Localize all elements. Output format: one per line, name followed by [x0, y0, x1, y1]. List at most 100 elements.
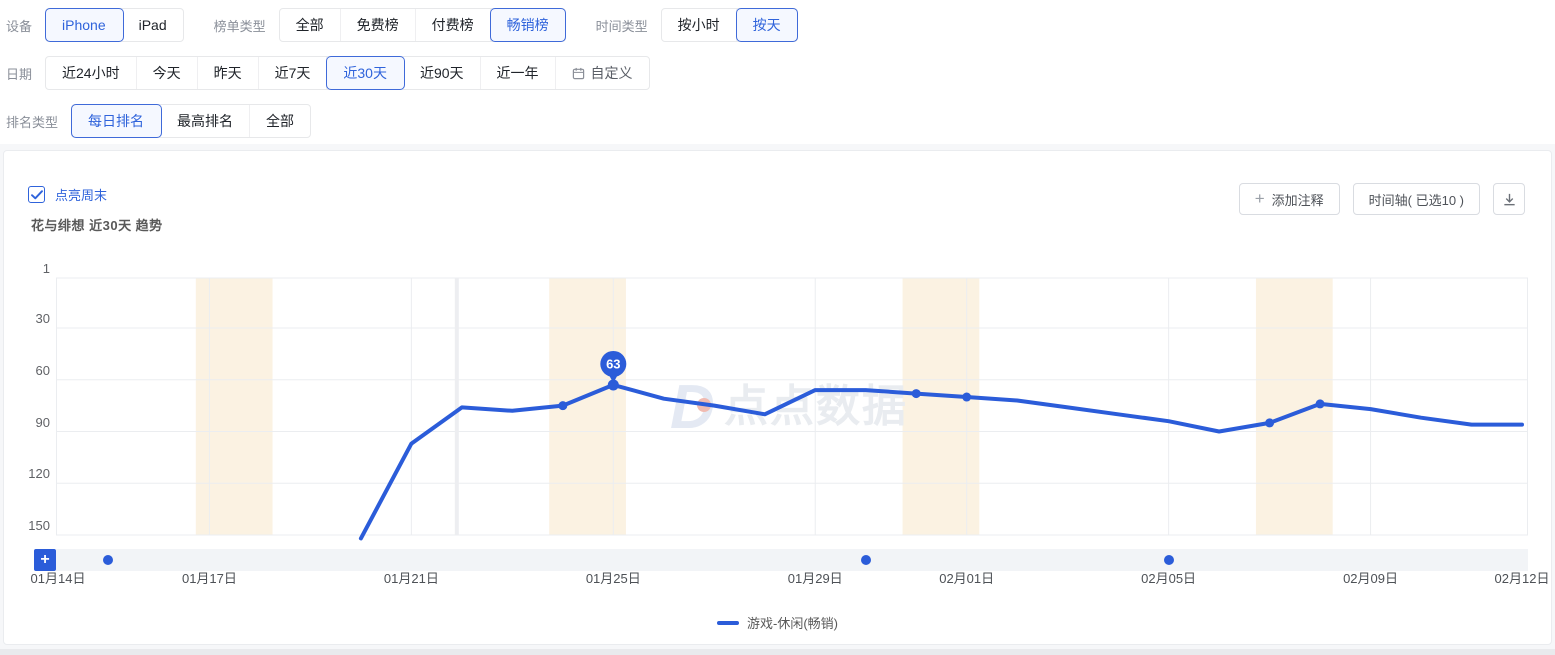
x-axis-label: 02月01日 [927, 571, 1007, 587]
filter-option-label: 按小时 [678, 15, 720, 35]
trend-line-chart[interactable]: D点点数据63 [56, 265, 1528, 541]
data-point-dot[interactable] [912, 389, 921, 398]
download-icon [1502, 192, 1517, 207]
y-axis-label: 150 [4, 518, 50, 534]
filter-group-label: 设备 [6, 16, 32, 35]
add-annotation-label: 添加注释 [1272, 190, 1324, 209]
filter-group: 设备 iPhone iPad [6, 8, 184, 42]
filter-option-今天[interactable]: 今天 [137, 57, 198, 89]
bottom-scrollbar[interactable] [0, 649, 1555, 655]
filter-option-近90天[interactable]: 近90天 [404, 57, 481, 89]
filter-option-label: 每日排名 [88, 111, 144, 131]
filter-option-全部[interactable]: 全部 [280, 9, 341, 41]
filter-option-label: 近一年 [497, 63, 539, 83]
filter-option-label: 全部 [296, 15, 324, 35]
y-axis-label: 120 [4, 466, 50, 482]
filter-option-全部[interactable]: 全部 [250, 105, 310, 137]
filter-option-近30天[interactable]: 近30天 [327, 57, 404, 89]
filter-option-label: 今天 [153, 63, 181, 83]
filter-option-label: 最高排名 [177, 111, 233, 131]
filter-option-label: 近24小时 [62, 63, 120, 83]
filter-option-每日排名[interactable]: 每日排名 [72, 105, 161, 137]
filter-row: 排名类型 每日排名 最高排名 全部 [6, 104, 1555, 138]
weekend-band [903, 278, 980, 535]
slider-marker-dot[interactable] [861, 555, 871, 565]
filter-option-近一年[interactable]: 近一年 [481, 57, 556, 89]
annotation-value: 63 [606, 356, 620, 371]
filter-option-label: iPhone [62, 17, 106, 33]
timeline-button[interactable]: 时间轴( 已选10 ) [1353, 183, 1480, 215]
filter-option-近7天[interactable]: 近7天 [259, 57, 328, 89]
filter-group-label: 时间类型 [596, 16, 648, 35]
data-point-dot[interactable] [1316, 399, 1325, 408]
filter-group-label: 排名类型 [6, 112, 58, 131]
filter-group-label: 日期 [6, 64, 32, 83]
filter-option-label: 近90天 [420, 63, 464, 83]
filter-group-label: 榜单类型 [214, 16, 266, 35]
segmented-control: 近24小时 今天 昨天 近7天 近30天 近90天 近一年自定义 [45, 56, 650, 90]
calendar-icon [572, 67, 585, 80]
weekend-checkbox[interactable] [28, 186, 45, 203]
x-axis-label: 01月14日 [18, 571, 98, 587]
chart-panel: 点亮周末 + 添加注释 时间轴( 已选10 ) 花与绯想 近30天 趋势 D点点… [3, 150, 1552, 645]
legend[interactable]: 游戏-休闲(畅销) [4, 613, 1551, 632]
filter-option-label: 畅销榜 [507, 15, 549, 35]
slider-marker-dot[interactable] [1164, 555, 1174, 565]
x-axis-label: 02月05日 [1129, 571, 1209, 587]
segmented-control: iPhone iPad [45, 8, 184, 42]
x-axis-label: 02月12日 [1482, 571, 1555, 587]
y-axis-label: 1 [4, 261, 50, 277]
filter-option-自定义[interactable]: 自定义 [556, 57, 649, 89]
weekend-checkbox-label: 点亮周末 [55, 185, 107, 204]
filter-option-按小时[interactable]: 按小时 [662, 9, 737, 41]
filter-option-label: 全部 [266, 111, 294, 131]
filter-option-label: 近7天 [275, 63, 311, 83]
filter-option-label: 付费榜 [432, 15, 474, 35]
timeline-button-label: 时间轴( 已选10 ) [1369, 190, 1464, 209]
filter-option-label: iPad [139, 17, 167, 33]
filter-option-畅销榜[interactable]: 畅销榜 [491, 9, 565, 41]
legend-line-swatch [717, 621, 739, 625]
filter-group: 排名类型 每日排名 最高排名 全部 [6, 104, 311, 138]
filter-row: 日期 近24小时 今天 昨天 近7天 近30天 近90天 近一年自定义 [6, 56, 1555, 90]
filter-option-label: 按天 [753, 15, 781, 35]
plus-icon: + [1255, 190, 1265, 207]
checkmark-icon [31, 190, 43, 200]
download-button[interactable] [1493, 183, 1525, 215]
filter-option-免费榜[interactable]: 免费榜 [341, 9, 416, 41]
filter-option-昨天[interactable]: 昨天 [198, 57, 259, 89]
slider-marker-dot[interactable] [103, 555, 113, 565]
filter-option-label: 昨天 [214, 63, 242, 83]
slider-add-button[interactable]: + [34, 549, 56, 571]
x-axis-label: 01月29日 [775, 571, 855, 587]
weekend-toggle[interactable]: 点亮周末 [28, 185, 107, 204]
add-annotation-button[interactable]: + 添加注释 [1239, 183, 1340, 215]
filter-option-最高排名[interactable]: 最高排名 [161, 105, 250, 137]
filter-row: 设备 iPhone iPad 榜单类型 全部 免费榜 付费榜 畅销榜 时间类型 按小时 按天 [6, 8, 1555, 42]
filter-group: 时间类型 按小时 按天 [596, 8, 798, 42]
filter-option-label: 近30天 [343, 63, 387, 83]
filter-option-iPhone[interactable]: iPhone [46, 9, 123, 41]
weekend-band [196, 278, 273, 535]
data-point-dot[interactable] [962, 393, 971, 402]
y-axis-label: 30 [4, 311, 50, 327]
legend-label: 游戏-休闲(畅销) [747, 613, 838, 632]
segmented-control: 全部 免费榜 付费榜 畅销榜 [279, 8, 566, 42]
x-axis-label: 02月09日 [1331, 571, 1411, 587]
y-axis-label: 60 [4, 363, 50, 379]
segmented-control: 按小时 按天 [661, 8, 798, 42]
filter-option-label: 免费榜 [357, 15, 399, 35]
filter-section: 设备iPhoneiPad榜单类型全部免费榜付费榜畅销榜时间类型按小时按天日期近2… [0, 0, 1555, 144]
filter-option-近24小时[interactable]: 近24小时 [46, 57, 137, 89]
filter-option-付费榜[interactable]: 付费榜 [416, 9, 491, 41]
chart-title: 花与绯想 近30天 趋势 [31, 215, 163, 234]
chart-plot[interactable]: D点点数据63 [56, 265, 1528, 541]
data-point-dot[interactable] [1265, 418, 1274, 427]
segmented-control: 每日排名 最高排名 全部 [71, 104, 311, 138]
filter-option-按天[interactable]: 按天 [737, 9, 797, 41]
filter-option-iPad[interactable]: iPad [123, 9, 183, 41]
data-point-dot[interactable] [558, 401, 567, 410]
x-axis-label: 01月17日 [169, 571, 249, 587]
x-axis-label: 01月25日 [573, 571, 653, 587]
timeline-slider[interactable] [56, 549, 1528, 571]
